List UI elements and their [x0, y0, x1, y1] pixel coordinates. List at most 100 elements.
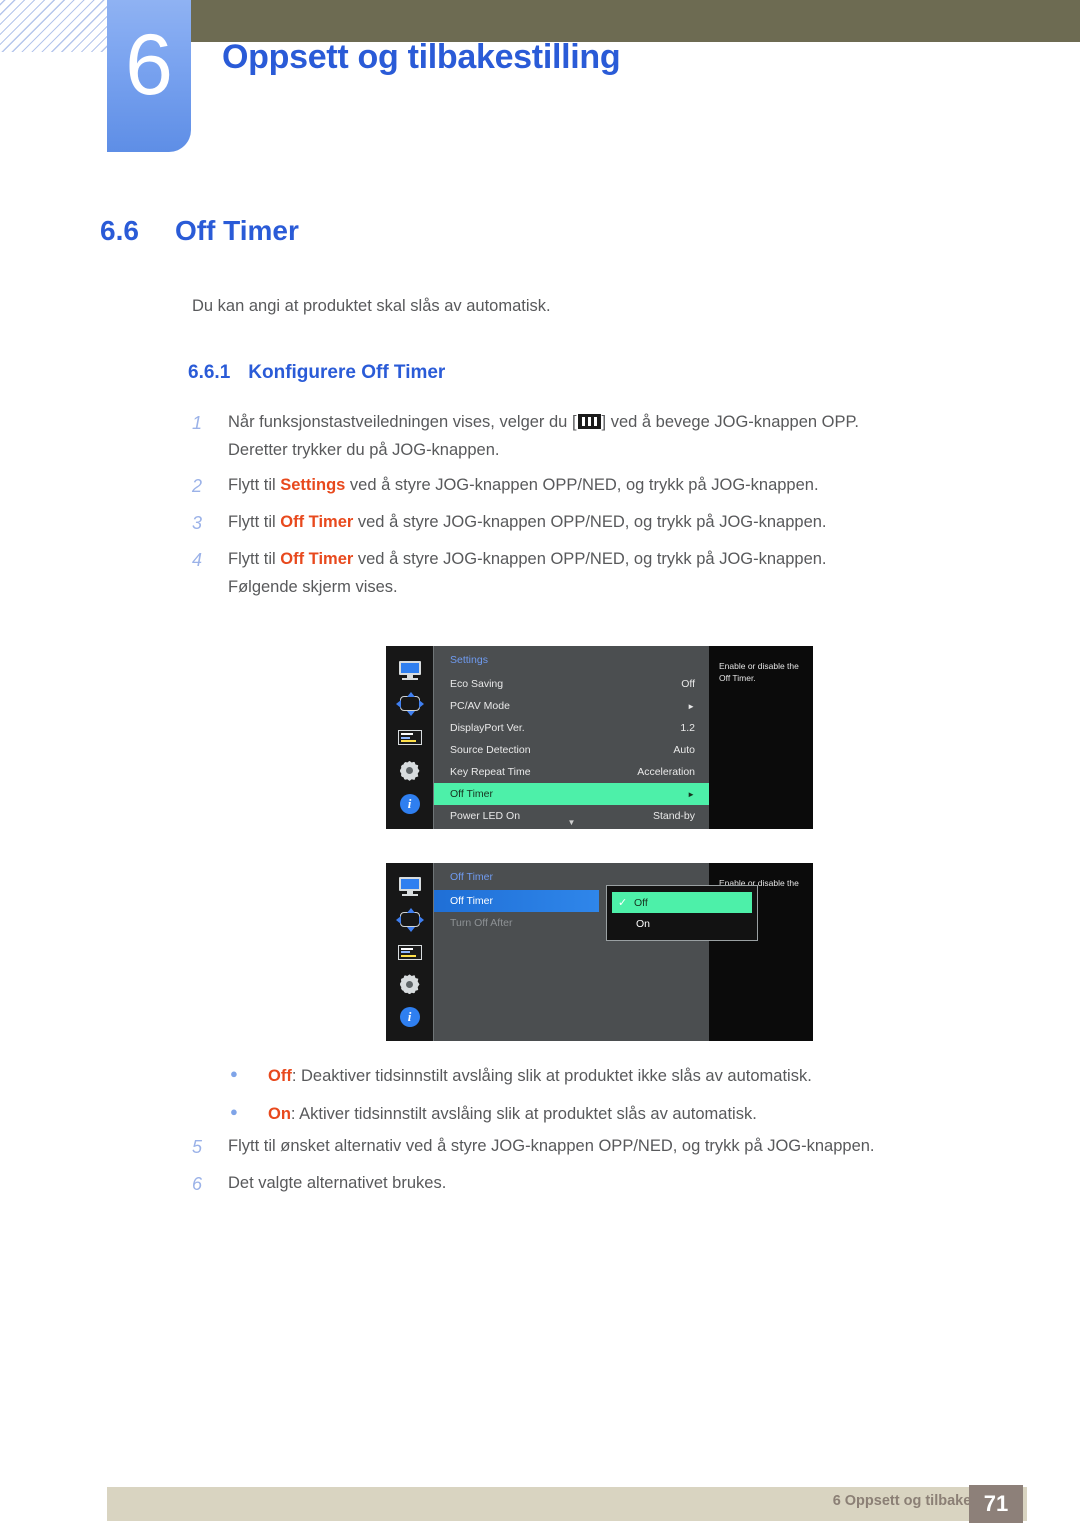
header-olive-bar	[184, 0, 1080, 42]
osd-row-label: Off Timer	[450, 788, 493, 800]
osd-row-value: Acceleration	[637, 766, 695, 778]
osd-row-value: Auto	[673, 744, 695, 756]
gear-icon	[397, 973, 423, 995]
step-item: 6 Det valgte alternativet brukes.	[192, 1169, 875, 1200]
step-number: 4	[192, 549, 203, 570]
osd-row-off-timer[interactable]: Off Timer ►	[434, 783, 709, 805]
dropdown-option-on[interactable]: On	[612, 913, 752, 934]
osd-icon-rail: i	[386, 646, 434, 829]
step-number: 1	[192, 413, 203, 433]
step-text-post: ved å styre JOG-knappen OPP/NED, og tryk…	[353, 512, 827, 531]
step-highlight-term: Off Timer	[280, 549, 354, 568]
bullet-description: : Aktiver tidsinnstilt avslåing slik at …	[290, 1105, 757, 1124]
bullet-icon: ●	[230, 1066, 238, 1081]
osd-help-text: Enable or disable the Off Timer.	[709, 646, 813, 829]
step-item: 5 Flytt til ønsket alternativ ved å styr…	[192, 1132, 875, 1163]
header-hatch-decoration	[0, 0, 112, 52]
osd-menu-title: Off Timer	[450, 871, 493, 883]
osd-row-label: Turn Off After	[450, 917, 513, 929]
step-text-line2: Følgende skjerm vises.	[228, 578, 398, 597]
osd-row-value: 1.2	[680, 722, 695, 734]
bullet-description: : Deaktiver tidsinnstilt avslåing slik a…	[291, 1067, 812, 1085]
directional-arrows-icon	[395, 692, 424, 717]
osd-screenshot-off-timer-menu: i Off Timer Off Timer Turn Off After ✓ O…	[386, 863, 813, 1041]
chevron-right-icon: ►	[687, 789, 695, 799]
osd-row-label: Eco Saving	[450, 678, 504, 690]
gear-icon	[397, 760, 423, 782]
monitor-icon	[397, 660, 423, 682]
info-icon: i	[397, 793, 423, 815]
section-heading: 6.6 Off Timer	[100, 215, 299, 247]
scroll-down-icon[interactable]: ▼	[434, 818, 709, 827]
osd-menu-body: Settings Eco Saving Off PC/AV Mode ► Dis…	[434, 646, 709, 829]
info-icon: i	[397, 1006, 423, 1028]
off-timer-dropdown: ✓ Off On	[606, 885, 758, 941]
step-number: 6	[192, 1173, 203, 1194]
step-text-pre: Flytt til	[228, 512, 281, 531]
check-icon: ✓	[618, 897, 628, 909]
step-highlight-term: Off Timer	[280, 512, 354, 531]
osd-row-label: PC/AV Mode	[450, 700, 510, 712]
step-text: Flytt til Off Timer ved å styre JOG-knap…	[228, 545, 827, 602]
section-intro-text: Du kan angi at produktet skal slås av au…	[192, 297, 551, 315]
steps-list-primary: 1 Når funksjonstastveiledningen vises, v…	[192, 408, 859, 607]
step-item: 1 Når funksjonstastveiledningen vises, v…	[192, 408, 859, 465]
osd-row-pc-av-mode[interactable]: PC/AV Mode ►	[434, 695, 709, 717]
step-text-line2: Deretter trykker du på JOG-knappen.	[228, 441, 500, 460]
osd-screenshot-settings-menu: i Settings Eco Saving Off PC/AV Mode ► D…	[386, 646, 813, 829]
chapter-number-box: 6	[107, 0, 191, 152]
dropdown-option-off[interactable]: ✓ Off	[612, 892, 752, 913]
osd-row-label: Off Timer	[450, 895, 493, 907]
chapter-title: Oppsett og tilbakestilling	[222, 38, 621, 76]
subsection-heading: 6.6.1 Konfigurere Off Timer	[188, 362, 445, 384]
step-text-post: ved å styre JOG-knappen OPP/NED, og tryk…	[353, 549, 827, 568]
step-text: Det valgte alternativet brukes.	[228, 1173, 447, 1192]
step-text-pre: Flytt til	[228, 549, 281, 568]
step-text: Når funksjonstastveiledningen vises, vel…	[228, 408, 859, 465]
step-highlight-term: Settings	[280, 475, 346, 494]
step-text: Flytt til ønsket alternativ ved å styre …	[228, 1137, 875, 1155]
subsection-number: 6.6.1	[188, 362, 231, 383]
bullet-text: On: Aktiver tidsinnstilt avslåing slik a…	[268, 1100, 757, 1128]
page-number: 71	[969, 1485, 1023, 1523]
step-number: 5	[192, 1137, 203, 1157]
osd-row-displayport-ver[interactable]: DisplayPort Ver. 1.2	[434, 717, 709, 739]
bullet-highlight-term: Off	[268, 1067, 292, 1085]
step-text-pre: Flytt til	[228, 475, 281, 494]
osd-row-label: Key Repeat Time	[450, 766, 531, 778]
directional-arrows-icon	[395, 907, 424, 932]
step-text: Flytt til Settings ved å styre JOG-knapp…	[228, 471, 819, 499]
bullet-icon: ●	[230, 1104, 238, 1120]
osd-row-key-repeat-time[interactable]: Key Repeat Time Acceleration	[434, 761, 709, 783]
osd-icon-rail: i	[386, 863, 434, 1041]
osd-row-eco-saving[interactable]: Eco Saving Off	[434, 673, 709, 695]
menu-key-icon	[577, 414, 601, 429]
osd-menu-body: Off Timer Off Timer Turn Off After ✓ Off…	[434, 863, 758, 1041]
step-text-post: ved å styre JOG-knappen OPP/NED, og tryk…	[345, 475, 819, 494]
step-item: 2 Flytt til Settings ved å styre JOG-kna…	[192, 471, 859, 502]
osd-row-value: Off	[681, 678, 695, 690]
step-number: 2	[192, 475, 203, 496]
subsection-title: Konfigurere Off Timer	[248, 362, 446, 383]
step-text-post: ] ved å bevege JOG-knappen OPP.	[601, 413, 859, 431]
osd-row-label: Source Detection	[450, 744, 531, 756]
step-number: 3	[192, 512, 203, 533]
step-item: 3 Flytt til Off Timer ved å styre JOG-kn…	[192, 508, 859, 539]
bullet-highlight-term: On	[268, 1105, 291, 1124]
bullet-text: Off: Deaktiver tidsinnstilt avslåing sli…	[268, 1062, 812, 1090]
step-item: 4 Flytt til Off Timer ved å styre JOG-kn…	[192, 545, 859, 602]
chevron-right-icon: ►	[687, 701, 695, 711]
osd-row-off-timer[interactable]: Off Timer	[434, 890, 599, 912]
osd-row-source-detection[interactable]: Source Detection Auto	[434, 739, 709, 761]
onscreen-display-icon	[397, 726, 423, 748]
section-title: Off Timer	[174, 215, 299, 246]
osd-menu-title: Settings	[450, 654, 488, 666]
step-text-pre: Når funksjonstastveiledningen vises, vel…	[228, 413, 577, 431]
monitor-icon	[397, 876, 423, 898]
option-description-list: ● Off: Deaktiver tidsinnstilt avslåing s…	[230, 1062, 812, 1138]
steps-list-secondary: 5 Flytt til ønsket alternativ ved å styr…	[192, 1132, 875, 1206]
osd-row-label: DisplayPort Ver.	[450, 722, 525, 734]
list-item: ● Off: Deaktiver tidsinnstilt avslåing s…	[230, 1062, 812, 1090]
step-text: Flytt til Off Timer ved å styre JOG-knap…	[228, 508, 827, 536]
section-number: 6.6	[100, 215, 139, 246]
